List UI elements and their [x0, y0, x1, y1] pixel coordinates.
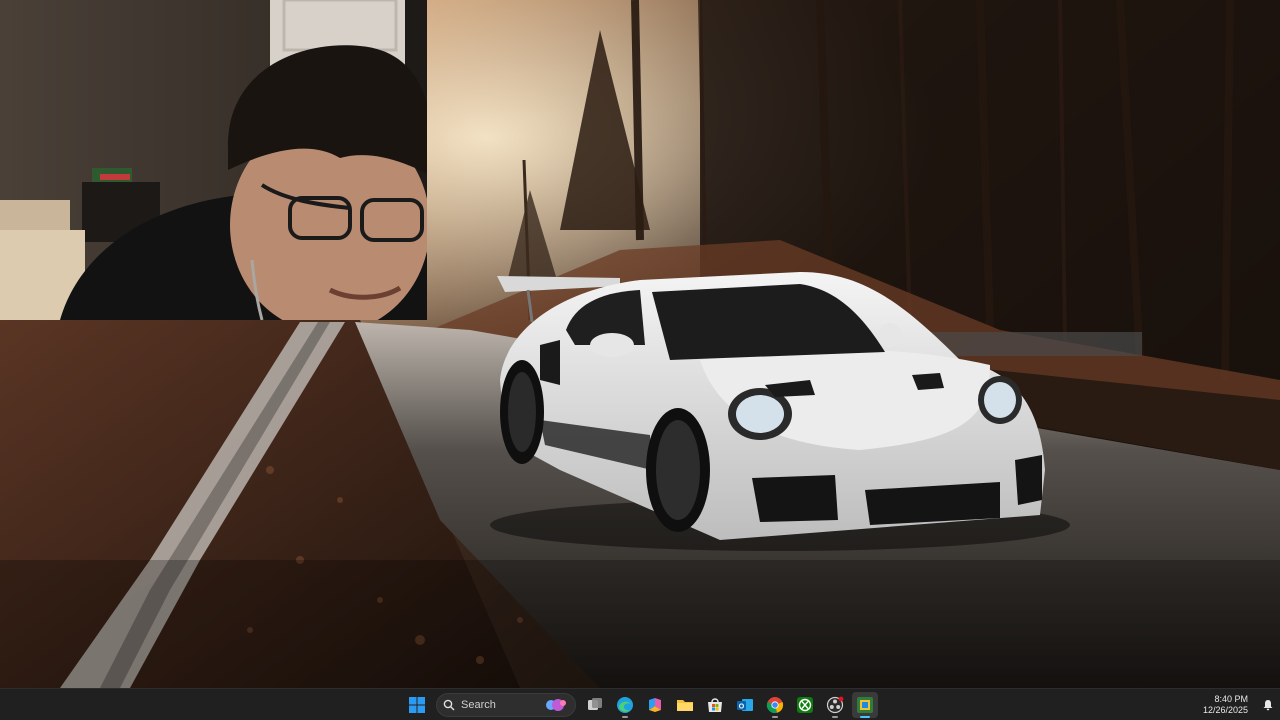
start-button[interactable]	[404, 692, 430, 718]
copilot-button[interactable]	[642, 692, 668, 718]
microsoft-store-button[interactable]	[702, 692, 728, 718]
obs-icon	[826, 696, 844, 714]
notification-button[interactable]	[1256, 689, 1280, 720]
task-view-button[interactable]	[582, 692, 608, 718]
copilot-icon	[649, 698, 661, 712]
xbox-button[interactable]	[792, 692, 818, 718]
clock-date: 12/26/2025	[1202, 705, 1248, 715]
taskbar-apps: Search O	[404, 689, 878, 720]
game-app-button[interactable]	[852, 692, 878, 718]
windows-logo-icon	[409, 697, 425, 713]
app-tile-icon	[857, 697, 873, 713]
edge-button[interactable]	[612, 692, 638, 718]
notification-bell-icon	[1263, 700, 1273, 711]
desktop: Search O 8:40 PM 12/26/2025	[0, 0, 1280, 720]
outlook-icon: O	[737, 699, 753, 711]
folder-icon	[677, 700, 693, 711]
search-label: Search	[461, 699, 496, 711]
chrome-button[interactable]	[762, 692, 788, 718]
obs-button[interactable]	[822, 692, 848, 718]
xbox-icon	[797, 697, 813, 713]
search-icon	[443, 699, 455, 711]
search-box[interactable]: Search	[436, 693, 576, 717]
taskbar: Search O 8:40 PM 12/26/2025	[0, 688, 1280, 720]
system-tray: 8:40 PM 12/26/2025	[1203, 689, 1280, 720]
edge-icon	[617, 697, 633, 713]
clock[interactable]: 8:40 PM 12/26/2025	[1203, 694, 1256, 716]
store-icon	[708, 698, 722, 712]
file-explorer-button[interactable]	[672, 692, 698, 718]
clock-time: 8:40 PM	[1214, 694, 1248, 704]
webcam-overlay	[0, 0, 427, 320]
search-highlight-icon	[546, 699, 566, 711]
svg-text:O: O	[739, 704, 745, 711]
task-view-icon	[588, 698, 602, 710]
outlook-button[interactable]: O	[732, 692, 758, 718]
chrome-icon	[766, 697, 784, 714]
